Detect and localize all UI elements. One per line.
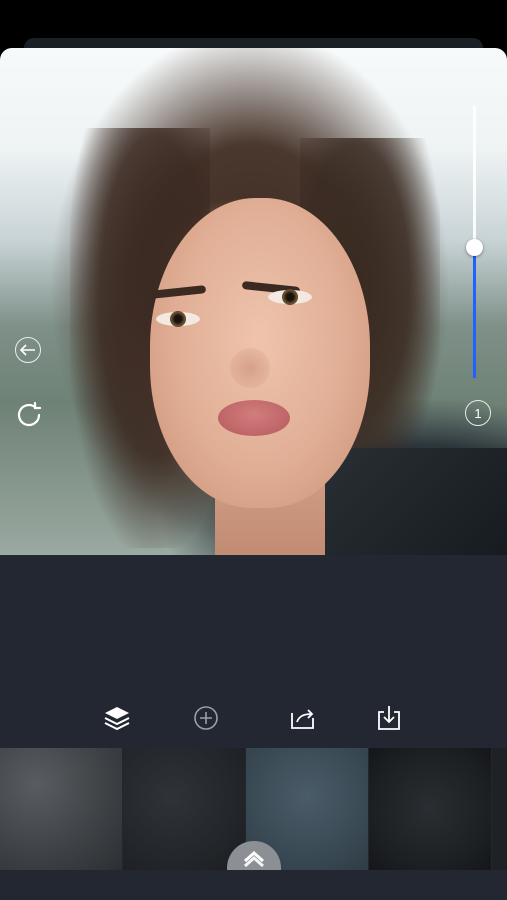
slider-thumb[interactable] (466, 239, 483, 256)
photo-eye-right (268, 289, 312, 305)
add-button[interactable] (191, 703, 221, 733)
texture-thumb[interactable] (369, 748, 491, 870)
layer-count: 1 (474, 405, 482, 421)
download-button[interactable] (374, 703, 404, 733)
texture-thumb[interactable] (0, 748, 122, 870)
photo-eye-left (156, 311, 200, 327)
portrait-photo[interactable]: 1 (0, 48, 507, 555)
layer-count-badge[interactable]: 1 (465, 400, 491, 426)
chevron-up-icon (244, 850, 264, 867)
texture-thumb[interactable] (123, 748, 245, 870)
rotate-button[interactable] (13, 399, 45, 431)
editor-card: 1 (0, 48, 507, 900)
share-icon (291, 709, 314, 729)
layers-button[interactable] (102, 703, 132, 733)
photo-nose (230, 348, 270, 388)
layers-icon (104, 707, 130, 731)
rotate-icon (17, 401, 42, 427)
back-arrow-icon (20, 344, 35, 356)
bottom-bar (0, 870, 507, 900)
back-arrow-button[interactable] (15, 337, 41, 363)
slider-fill (473, 247, 476, 378)
download-icon (378, 706, 400, 730)
share-button[interactable] (288, 703, 318, 733)
add-icon (194, 706, 218, 730)
texture-thumb[interactable] (492, 748, 507, 870)
photo-lips (218, 400, 290, 436)
